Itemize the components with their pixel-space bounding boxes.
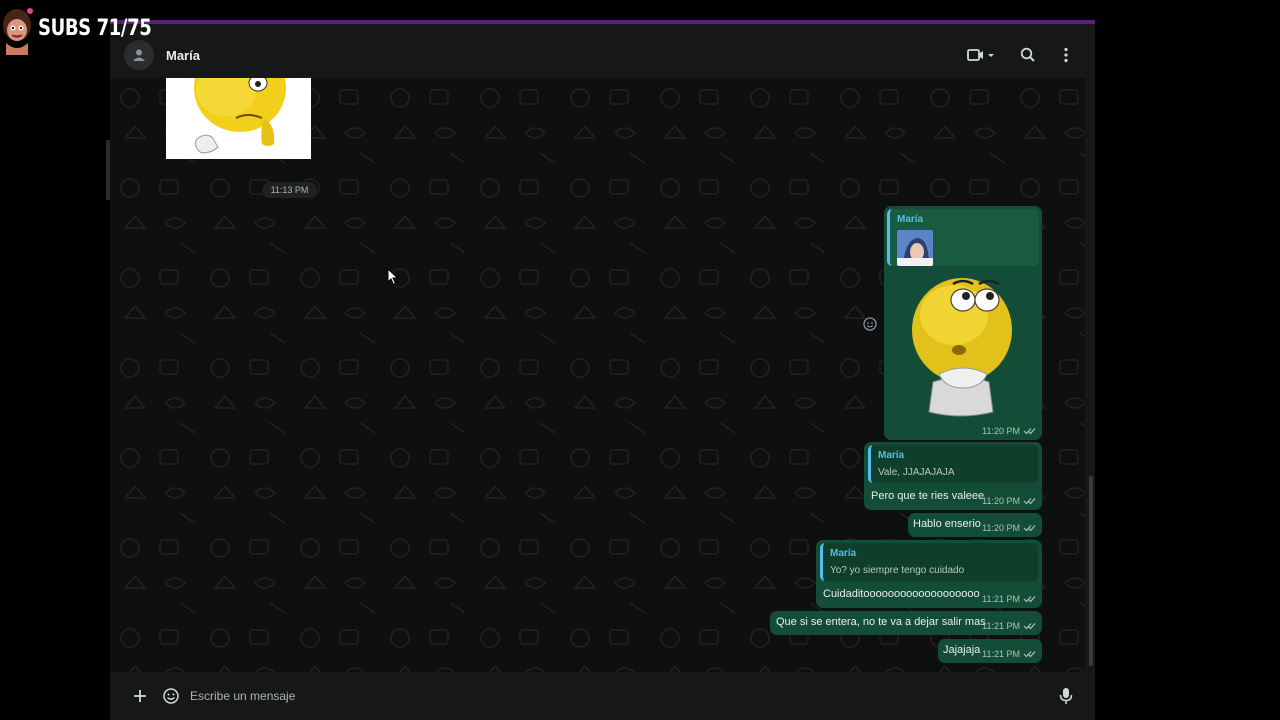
quote-thumbnail bbox=[897, 230, 933, 266]
quote-text: Yo? yo siempre tengo cuidado bbox=[830, 565, 965, 576]
outgoing-message[interactable]: Hablo enserio 11:20 PM bbox=[908, 513, 1042, 537]
incoming-timestamp: 11:13 PM bbox=[262, 182, 317, 198]
sad-emoji-sticker bbox=[194, 78, 286, 154]
message-time: 11:20 PM bbox=[982, 496, 1020, 506]
double-check-icon bbox=[1023, 651, 1036, 658]
search-button[interactable] bbox=[1018, 45, 1038, 65]
message-text: Hablo enserio bbox=[913, 518, 981, 530]
outgoing-message[interactable]: María Vale, JJAJAJAJA Pero que te ries v… bbox=[864, 442, 1042, 510]
message-time: 11:21 PM bbox=[982, 621, 1020, 631]
chat-scrollbar[interactable] bbox=[1089, 476, 1093, 666]
quote-author: María bbox=[897, 214, 924, 225]
video-call-button[interactable] bbox=[966, 45, 996, 65]
message-text: Que si se entera, no te va a dejar salir… bbox=[776, 616, 986, 628]
message-time: 11:21 PM bbox=[982, 649, 1020, 659]
message-meta: 11:20 PM bbox=[982, 523, 1036, 533]
plus-icon[interactable] bbox=[132, 688, 148, 704]
message-time: 11:20 PM bbox=[982, 426, 1020, 436]
video-call-icon bbox=[967, 49, 994, 61]
quote-author: María bbox=[830, 548, 857, 559]
chat-header: María bbox=[110, 30, 1095, 80]
outgoing-message[interactable]: Jajajaja 11:21 PM bbox=[938, 639, 1042, 663]
message-text: Cuidaditooooooooooooooooooo bbox=[823, 588, 980, 600]
message-list[interactable]: 11:13 PM María 11:20 PM María Vale, JJAJ… bbox=[110, 78, 1085, 672]
message-text: Jajajaja bbox=[943, 644, 981, 656]
quote-text: Vale, JJAJAJAJA bbox=[878, 467, 955, 478]
reply-quote[interactable]: María Vale, JJAJAJAJA bbox=[868, 445, 1038, 483]
quote-author: María bbox=[878, 450, 905, 461]
thinking-emoji-sticker bbox=[912, 278, 1012, 417]
chat-window: María 11:13 PM María 11:20 PM María Vale… bbox=[110, 20, 1095, 720]
message-input[interactable] bbox=[190, 685, 1040, 707]
search-icon bbox=[1020, 47, 1035, 62]
mouse-cursor bbox=[387, 268, 399, 286]
message-meta: 11:20 PM bbox=[982, 426, 1036, 436]
menu-button[interactable] bbox=[1056, 45, 1076, 65]
message-meta: 11:21 PM bbox=[982, 649, 1036, 659]
outgoing-message[interactable]: María Yo? yo siempre tengo cuidado Cuida… bbox=[816, 540, 1042, 608]
emoji-icon[interactable] bbox=[162, 687, 180, 705]
subs-counter: SUBS 71/75 bbox=[38, 15, 152, 41]
message-text: Pero que te ries valeee bbox=[871, 490, 985, 502]
subs-overlay: SUBS 71/75 bbox=[0, 0, 176, 56]
double-check-icon bbox=[1023, 428, 1036, 435]
menu-icon bbox=[1064, 47, 1068, 63]
message-meta: 11:21 PM bbox=[982, 621, 1036, 631]
double-check-icon bbox=[1023, 623, 1036, 630]
message-meta: 11:20 PM bbox=[982, 496, 1036, 506]
reply-quote[interactable]: María bbox=[887, 209, 1039, 266]
message-time: 11:21 PM bbox=[982, 594, 1020, 604]
microphone-icon[interactable] bbox=[1058, 687, 1074, 705]
message-composer bbox=[120, 678, 1082, 714]
streamer-avatar bbox=[0, 3, 36, 55]
double-check-icon bbox=[1023, 498, 1036, 505]
message-time: 11:20 PM bbox=[982, 523, 1020, 533]
message-meta: 11:21 PM bbox=[982, 594, 1036, 604]
double-check-icon bbox=[1023, 525, 1036, 532]
double-check-icon bbox=[1023, 596, 1036, 603]
incoming-sticker[interactable] bbox=[166, 78, 311, 159]
reply-quote[interactable]: María Yo? yo siempre tengo cuidado bbox=[820, 543, 1038, 581]
outgoing-message[interactable]: Que si se entera, no te va a dejar salir… bbox=[770, 611, 1042, 635]
reaction-icon[interactable] bbox=[862, 316, 878, 332]
outgoing-sticker-bubble[interactable]: María 11:20 PM bbox=[884, 206, 1042, 440]
